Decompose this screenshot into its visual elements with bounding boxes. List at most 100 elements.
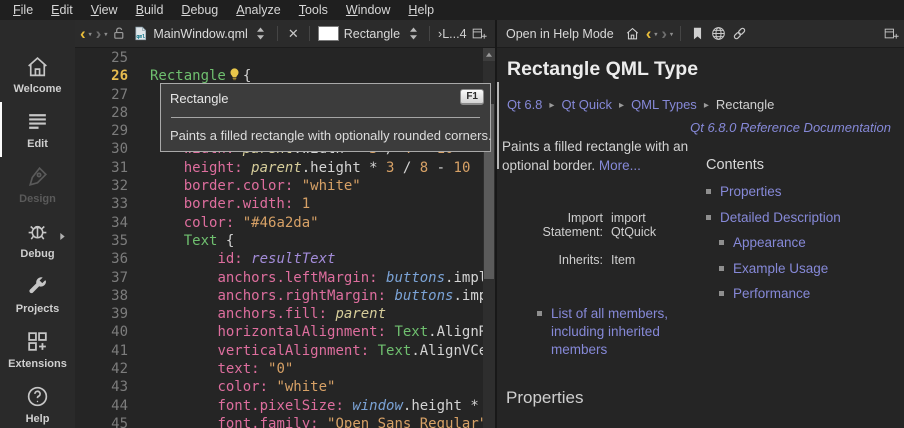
back-history-dropdown-icon[interactable]: ▾ bbox=[89, 27, 92, 43]
sidebar-item-projects[interactable]: Projects bbox=[0, 274, 75, 317]
line-number[interactable]: 36 bbox=[75, 250, 128, 268]
sidebar-item-edit[interactable]: Edit bbox=[0, 109, 75, 152]
breadcrumb-separator-icon: ▸ bbox=[704, 100, 709, 111]
code-line[interactable]: 45 font.family: "Open Sans Regular" bbox=[75, 415, 495, 428]
bookmark-icon[interactable] bbox=[689, 26, 705, 42]
menu-item-window[interactable]: Window bbox=[337, 0, 399, 20]
code-line[interactable]: 35 Text { bbox=[75, 232, 495, 250]
contents-link-properties[interactable]: Properties bbox=[720, 183, 782, 200]
line-number[interactable]: 43 bbox=[75, 378, 128, 396]
line-number[interactable]: 34 bbox=[75, 214, 128, 232]
import-row-value[interactable]: Item bbox=[611, 253, 675, 267]
code-line[interactable]: 36 id: resultText bbox=[75, 250, 495, 268]
cursor-position-label[interactable]: ›L...4 bbox=[438, 27, 467, 41]
line-number[interactable]: 27 bbox=[75, 86, 128, 104]
line-number[interactable]: 28 bbox=[75, 104, 128, 122]
line-number[interactable]: 35 bbox=[75, 232, 128, 250]
line-number[interactable]: 33 bbox=[75, 195, 128, 213]
code-line[interactable]: 37 anchors.leftMargin: buttons.implicitW… bbox=[75, 269, 495, 287]
more-link[interactable]: More... bbox=[599, 158, 641, 173]
menu-bar: FileEditViewBuildDebugAnalyzeToolsWindow… bbox=[0, 0, 904, 20]
tooltip-divider bbox=[171, 117, 480, 118]
line-number[interactable]: 40 bbox=[75, 323, 128, 341]
line-number[interactable]: 42 bbox=[75, 360, 128, 378]
help-forward-button[interactable]: ›▾ bbox=[661, 26, 672, 42]
contents-item-detailed-description: Detailed Description bbox=[706, 209, 841, 226]
globe-icon[interactable] bbox=[710, 26, 726, 42]
menu-item-analyze[interactable]: Analyze bbox=[227, 0, 289, 20]
sidebar-item-help[interactable]: Help bbox=[0, 384, 75, 427]
line-number[interactable]: 41 bbox=[75, 342, 128, 360]
code-line[interactable]: 43 color: "white" bbox=[75, 378, 495, 396]
menu-item-debug[interactable]: Debug bbox=[172, 0, 227, 20]
open-document-selector[interactable]: MainWindow.qml bbox=[153, 27, 247, 41]
code-line[interactable]: 32 border.color: "white" bbox=[75, 177, 495, 195]
code-line[interactable]: 33 border.width: 1 bbox=[75, 195, 495, 213]
link-icon[interactable] bbox=[731, 26, 747, 42]
summary-text: Paints a filled rectangle with an option… bbox=[502, 139, 688, 173]
line-number[interactable]: 44 bbox=[75, 397, 128, 415]
line-number[interactable]: 39 bbox=[75, 305, 128, 323]
properties-section-heading: Properties bbox=[506, 388, 583, 408]
list-bullet bbox=[719, 291, 724, 296]
submenu-arrow-icon[interactable] bbox=[59, 228, 66, 237]
menu-item-edit[interactable]: Edit bbox=[42, 0, 82, 20]
line-number[interactable]: 25 bbox=[75, 49, 128, 67]
line-number[interactable]: 26 bbox=[75, 67, 128, 85]
close-document-button[interactable]: ✕ bbox=[286, 26, 301, 42]
all-members-link[interactable]: List of all members, including inherited… bbox=[551, 305, 712, 359]
menu-item-build[interactable]: Build bbox=[127, 0, 173, 20]
qml-file-icon: qml bbox=[132, 26, 148, 42]
code-line[interactable]: 39 anchors.fill: parent bbox=[75, 305, 495, 323]
scrollbar-up-arrow-icon[interactable] bbox=[483, 48, 495, 61]
document-dropdown-icon[interactable] bbox=[253, 26, 269, 42]
sidebar-item-welcome[interactable]: Welcome bbox=[0, 54, 75, 97]
home-icon[interactable] bbox=[625, 26, 641, 42]
menu-item-help[interactable]: Help bbox=[399, 0, 443, 20]
import-row-label: Inherits: bbox=[537, 253, 603, 267]
line-number[interactable]: 37 bbox=[75, 269, 128, 287]
split-help-icon[interactable] bbox=[883, 26, 899, 42]
breadcrumb-qt-quick[interactable]: Qt Quick bbox=[561, 97, 612, 112]
contents-link-appearance[interactable]: Appearance bbox=[733, 234, 806, 251]
split-editor-icon[interactable] bbox=[472, 26, 488, 42]
help-forward-dropdown-icon[interactable]: ▾ bbox=[670, 27, 673, 43]
code-line[interactable]: 31 height: parent.height * 3 / 8 - 10 bbox=[75, 159, 495, 177]
code-line[interactable]: 44 font.pixelSize: window.height * 3 bbox=[75, 397, 495, 415]
back-navigation-button[interactable]: ‹▾ bbox=[80, 26, 91, 42]
sidebar-item-label: Help bbox=[26, 413, 50, 425]
breadcrumb-rectangle: Rectangle bbox=[716, 97, 775, 112]
line-number[interactable]: 30 bbox=[75, 140, 128, 158]
sidebar-item-debug[interactable]: Debug bbox=[0, 219, 75, 262]
breadcrumb-qml-types[interactable]: QML Types bbox=[631, 97, 697, 112]
code-line[interactable]: 34 color: "#46a2da" bbox=[75, 214, 495, 232]
forward-navigation-button[interactable]: ›▾ bbox=[96, 26, 107, 42]
menu-item-tools[interactable]: Tools bbox=[290, 0, 337, 20]
forward-history-dropdown-icon[interactable]: ▾ bbox=[104, 27, 107, 43]
contents-link-performance[interactable]: Performance bbox=[733, 285, 810, 302]
code-line[interactable]: 42 text: "0" bbox=[75, 360, 495, 378]
contents-link-example-usage[interactable]: Example Usage bbox=[733, 260, 828, 277]
symbol-dropdown-icon[interactable] bbox=[405, 26, 421, 42]
symbol-selector[interactable]: Rectangle bbox=[344, 27, 400, 41]
help-back-dropdown-icon[interactable]: ▾ bbox=[654, 27, 657, 43]
line-number[interactable]: 45 bbox=[75, 415, 128, 428]
code-line[interactable]: 40 horizontalAlignment: Text.AlignRight bbox=[75, 323, 495, 341]
code-line[interactable]: 38 anchors.rightMargin: buttons.implicit… bbox=[75, 287, 495, 305]
lightbulb-icon[interactable] bbox=[227, 67, 242, 82]
code-line[interactable]: 41 verticalAlignment: Text.AlignVCenter bbox=[75, 342, 495, 360]
contents-item-appearance: Appearance bbox=[719, 234, 841, 251]
code-line[interactable]: 25 bbox=[75, 49, 495, 67]
menu-item-view[interactable]: View bbox=[82, 0, 127, 20]
sidebar-item-design[interactable]: Design bbox=[0, 164, 75, 207]
open-in-help-mode-button[interactable]: Open in Help Mode bbox=[506, 27, 614, 41]
line-number[interactable]: 29 bbox=[75, 122, 128, 140]
line-number[interactable]: 38 bbox=[75, 287, 128, 305]
sidebar-item-extensions[interactable]: Extensions bbox=[0, 329, 75, 372]
help-back-button[interactable]: ‹▾ bbox=[646, 26, 657, 42]
line-number[interactable]: 32 bbox=[75, 177, 128, 195]
breadcrumb-qt-6-8[interactable]: Qt 6.8 bbox=[507, 97, 542, 112]
contents-link-detailed-description[interactable]: Detailed Description bbox=[720, 209, 841, 226]
line-number[interactable]: 31 bbox=[75, 159, 128, 177]
menu-item-file[interactable]: File bbox=[4, 0, 42, 20]
